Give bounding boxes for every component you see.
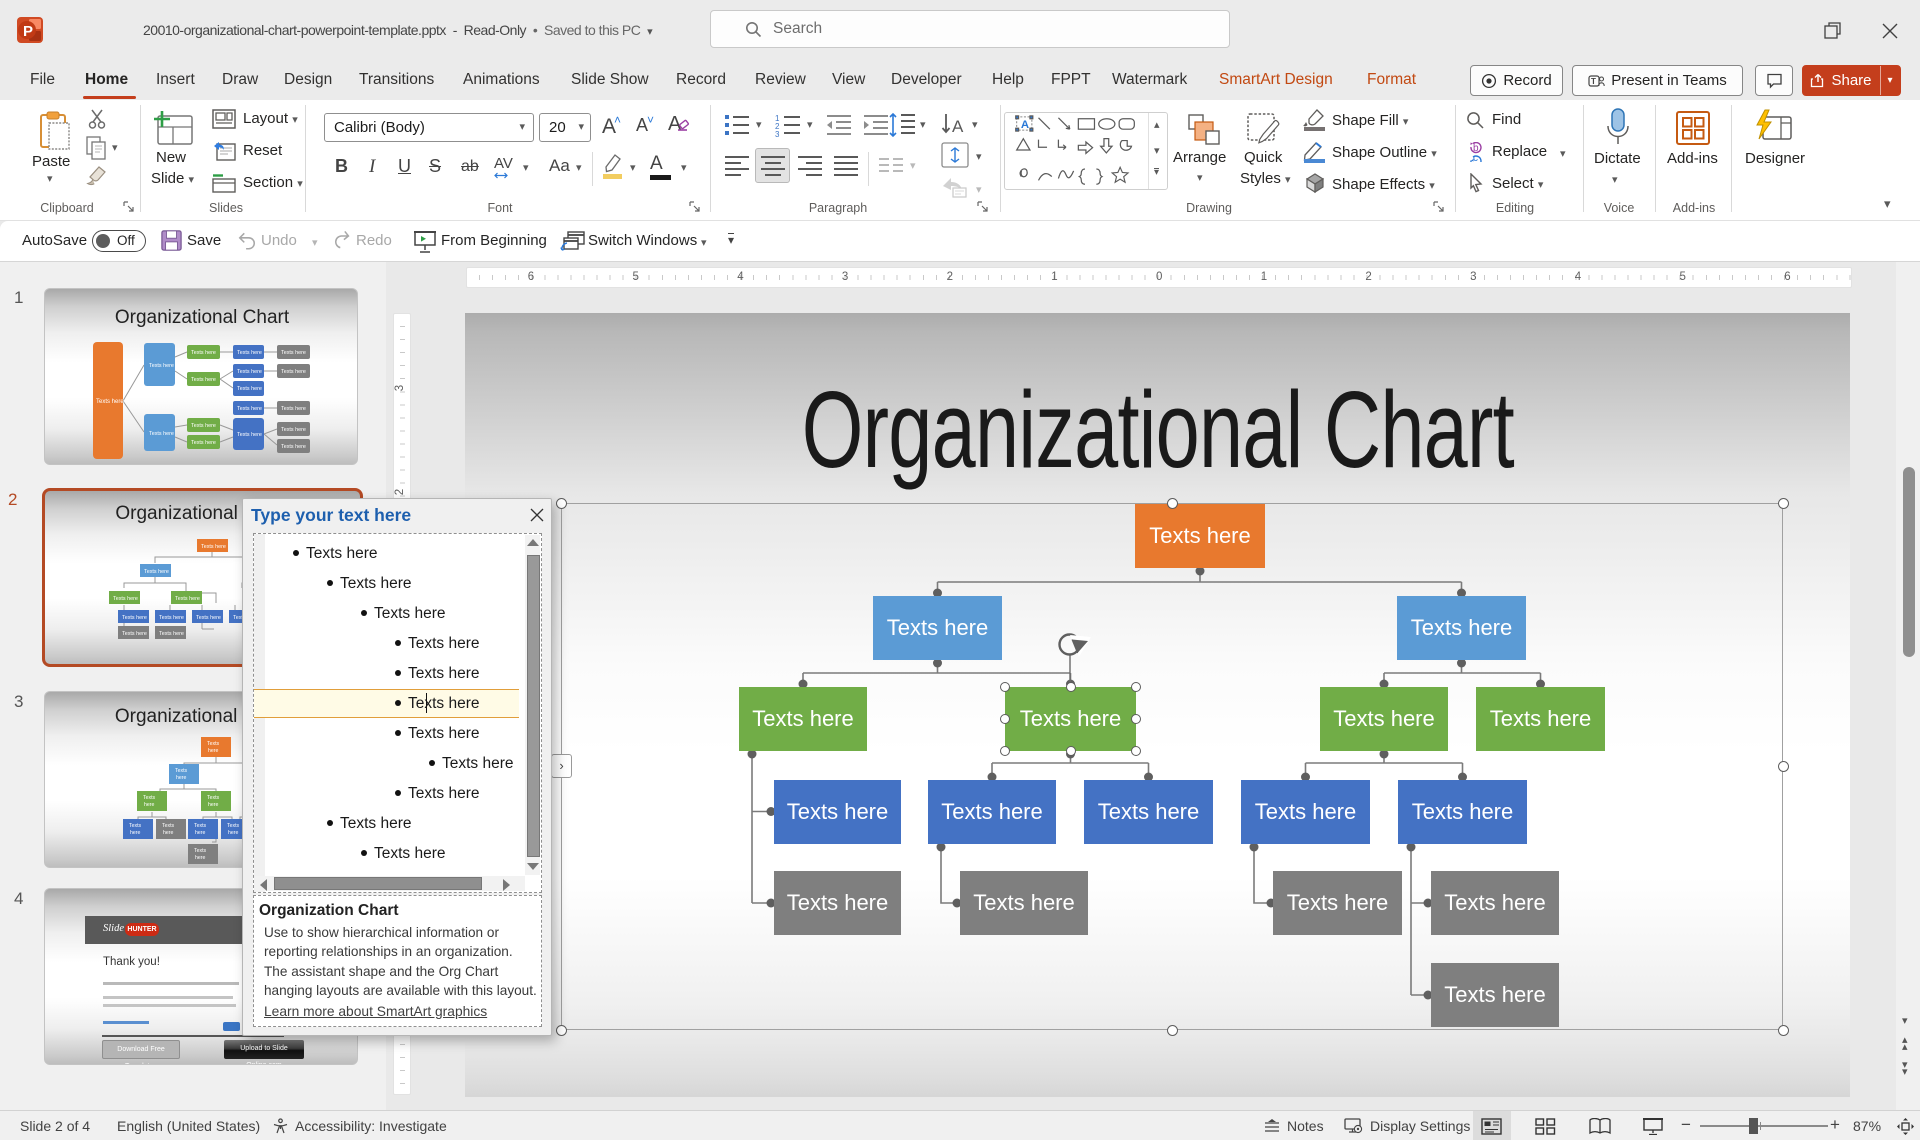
- svg-text:Texts here: Texts here: [122, 615, 147, 621]
- svg-text:here: here: [195, 830, 205, 836]
- svg-text:A: A: [952, 117, 964, 136]
- svg-text:here: here: [195, 855, 205, 861]
- svg-text:Texts here: Texts here: [144, 569, 169, 575]
- svg-text:Texts here: Texts here: [122, 631, 147, 637]
- svg-text:Texts here: Texts here: [191, 440, 216, 446]
- svg-text:Texts: Texts: [227, 823, 240, 829]
- svg-text:Texts here: Texts here: [191, 377, 216, 383]
- svg-text:3: 3: [775, 130, 780, 137]
- svg-text:c: c: [1473, 153, 1478, 162]
- svg-text:Texts: Texts: [175, 768, 188, 774]
- svg-text:P: P: [23, 23, 33, 40]
- svg-text:Texts here: Texts here: [281, 444, 306, 450]
- svg-text:Texts here: Texts here: [237, 369, 262, 375]
- svg-text:Texts here: Texts here: [237, 350, 262, 356]
- svg-text:Texts: Texts: [194, 848, 207, 854]
- svg-text:Texts here: Texts here: [113, 596, 138, 602]
- svg-text:Texts here: Texts here: [159, 631, 184, 637]
- svg-text:Texts: Texts: [194, 823, 207, 829]
- svg-text:Texts: Texts: [129, 823, 142, 829]
- svg-text:T: T: [1591, 77, 1596, 86]
- svg-text:Texts: Texts: [162, 823, 175, 829]
- svg-text:A: A: [1021, 119, 1029, 131]
- svg-text:Texts: Texts: [143, 795, 156, 801]
- svg-text:Texts here: Texts here: [196, 615, 221, 621]
- svg-text:here: here: [130, 830, 140, 836]
- svg-text:Texts here: Texts here: [237, 432, 262, 438]
- svg-text:Texts here: Texts here: [96, 399, 124, 405]
- svg-text:Texts: Texts: [207, 741, 220, 747]
- svg-text:here: here: [176, 775, 186, 781]
- svg-text:Texts here: Texts here: [201, 544, 226, 550]
- svg-text:Texts here: Texts here: [281, 406, 306, 412]
- svg-text:Texts here: Texts here: [281, 369, 306, 375]
- svg-text:Texts here: Texts here: [159, 615, 184, 621]
- svg-text:Texts here: Texts here: [149, 431, 174, 437]
- svg-text:here: here: [208, 748, 218, 754]
- svg-text:Texts: Texts: [207, 795, 220, 801]
- svg-text:Texts here: Texts here: [281, 350, 306, 356]
- svg-text:here: here: [208, 802, 218, 808]
- svg-text:Texts here: Texts here: [237, 406, 262, 412]
- svg-text:Texts here: Texts here: [281, 427, 306, 433]
- svg-text:here: here: [144, 802, 154, 808]
- svg-text:Texts here: Texts here: [175, 596, 200, 602]
- svg-text:Texts here: Texts here: [191, 423, 216, 429]
- svg-text:here: here: [228, 830, 238, 836]
- svg-text:Texts here: Texts here: [237, 386, 262, 392]
- svg-text:here: here: [163, 830, 173, 836]
- svg-text:Texts here: Texts here: [149, 363, 174, 369]
- svg-text:Texts here: Texts here: [191, 350, 216, 356]
